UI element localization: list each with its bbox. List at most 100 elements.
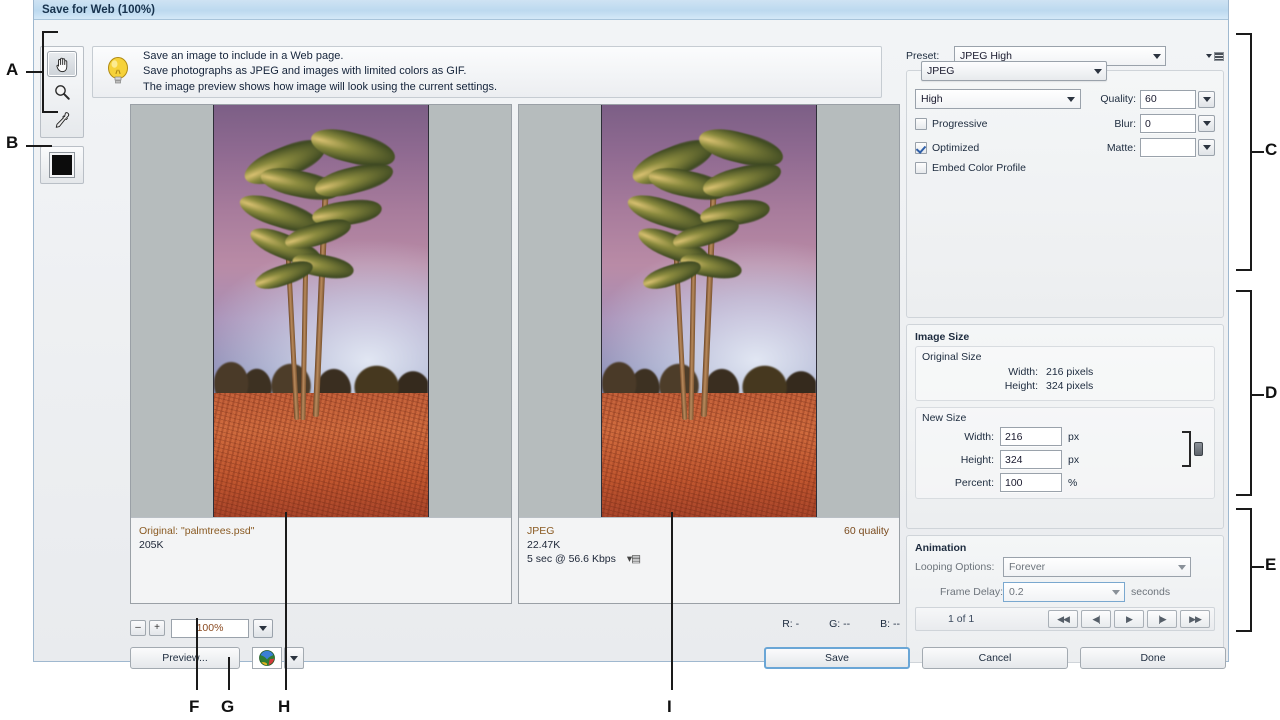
browser-preview-icon[interactable]	[252, 647, 282, 669]
next-frame-button[interactable]: |▶	[1147, 610, 1177, 628]
callout-bracket-c	[1236, 33, 1252, 271]
zoom-out-button[interactable]: –	[130, 620, 146, 636]
new-height-input[interactable]: 324	[1000, 450, 1062, 469]
download-rate-menu-icon[interactable]: ▾▤	[627, 552, 640, 566]
callout-letter-h: H	[278, 697, 290, 717]
blur-input[interactable]: 0	[1140, 114, 1196, 133]
photo-sand	[214, 393, 428, 517]
percent-input[interactable]: 100	[1000, 473, 1062, 492]
color-swatch-box[interactable]	[40, 146, 84, 184]
frame-delay-row: Frame Delay: 0.2 seconds	[915, 582, 1215, 602]
zoom-bar: – + 100% R: - G: -- B: --	[130, 616, 900, 640]
new-height-value: 324	[1005, 454, 1023, 466]
quality-stepper[interactable]	[1198, 91, 1215, 108]
callout-letter-f: F	[189, 697, 199, 717]
optimized-speed: 5 sec @ 56.6 Kbps	[527, 553, 616, 565]
embed-color-profile-checkbox[interactable]: Embed Color Profile	[915, 162, 1026, 174]
embed-profile-row: Embed Color Profile	[915, 162, 1215, 174]
optimized-preview-pane[interactable]: JPEG 22.47K 5 sec @ 56.6 Kbps ▾▤ 60 qual…	[518, 104, 900, 604]
new-width-input[interactable]: 216	[1000, 427, 1062, 446]
animation-navbar: 1 of 1 ◀◀ ◀| ▶ |▶ ▶▶	[915, 607, 1215, 631]
matte-input[interactable]	[1140, 138, 1196, 157]
embed-label: Embed Color Profile	[932, 162, 1026, 174]
matte-stepper[interactable]	[1198, 139, 1215, 156]
looping-options-select[interactable]: Forever	[1003, 557, 1191, 577]
new-height-unit: px	[1068, 454, 1079, 466]
action-bar: Preview... Save Cancel Done	[130, 644, 1226, 672]
preview-button[interactable]: Preview...	[130, 647, 240, 669]
original-preview-caption: Original: "palmtrees.psd" 205K	[131, 517, 511, 603]
progressive-checkbox[interactable]: Progressive	[915, 118, 1081, 130]
original-height-label: Height:	[922, 380, 1038, 392]
optimized-label: Optimized	[932, 142, 979, 154]
callout-bracket-e	[1236, 508, 1252, 632]
frame-counter: 1 of 1	[948, 613, 974, 625]
b-label: B:	[880, 618, 890, 630]
optimized-format: JPEG	[527, 524, 891, 538]
original-preview-canvas[interactable]	[131, 105, 511, 517]
zoom-level-dropdown[interactable]	[253, 619, 273, 638]
checkbox-icon	[915, 118, 927, 130]
callout-leader-c	[1252, 151, 1264, 153]
percent-value: 100	[1005, 477, 1023, 489]
callout-letter-c: C	[1265, 140, 1277, 160]
r-value: -	[796, 618, 800, 630]
file-format-select[interactable]: JPEG	[921, 61, 1107, 81]
callout-leader-i	[671, 512, 673, 690]
blur-label: Blur:	[1087, 118, 1136, 130]
original-width-value: 216 pixels	[1046, 366, 1093, 378]
chevron-down-icon	[1175, 560, 1188, 575]
optimized-row: Optimized Matte:	[915, 138, 1215, 157]
quality-input[interactable]: 60	[1140, 90, 1196, 109]
file-format-value: JPEG	[927, 65, 954, 77]
blur-stepper[interactable]	[1198, 115, 1215, 132]
callout-leader-f	[196, 618, 198, 690]
zoom-in-button[interactable]: +	[149, 620, 165, 636]
optimized-preview-canvas[interactable]	[519, 105, 899, 517]
chevron-down-icon	[1150, 49, 1163, 64]
optimized-checkbox[interactable]: Optimized	[915, 142, 1081, 154]
looping-label: Looping Options:	[915, 561, 1003, 573]
callout-letter-i: I	[667, 697, 672, 717]
previous-frame-button[interactable]: ◀|	[1081, 610, 1111, 628]
quality-preset-select[interactable]: High	[915, 89, 1081, 109]
first-frame-button[interactable]: ◀◀	[1048, 610, 1078, 628]
g-value: --	[843, 618, 850, 630]
readout-r: R: -	[782, 618, 799, 630]
cancel-button[interactable]: Cancel	[922, 647, 1068, 669]
eyedropper-icon	[53, 111, 71, 129]
callout-leader-e	[1252, 566, 1264, 568]
zoom-level-input[interactable]: 100%	[171, 619, 249, 638]
callout-letter-b: B	[6, 133, 18, 153]
progressive-label: Progressive	[932, 118, 987, 130]
original-preview-pane[interactable]: Original: "palmtrees.psd" 205K	[130, 104, 512, 604]
original-height-value: 324 pixels	[1046, 380, 1093, 392]
optimized-preview-caption: JPEG 22.47K 5 sec @ 56.6 Kbps ▾▤ 60 qual…	[519, 517, 899, 603]
frame-delay-value: 0.2	[1009, 586, 1024, 598]
looping-options-row: Looping Options: Forever	[915, 557, 1215, 577]
callout-bracket-d	[1236, 290, 1252, 496]
done-button[interactable]: Done	[1080, 647, 1226, 669]
dialog-title: Save for Web (100%)	[42, 4, 155, 16]
progressive-row: Progressive Blur: 0	[915, 114, 1215, 133]
original-size-subgroup: Original Size Width: 216 pixels Height: …	[915, 346, 1215, 401]
constrain-proportions-icon[interactable]	[1182, 427, 1208, 471]
save-button[interactable]: Save	[764, 647, 910, 669]
callout-leader-h	[285, 512, 287, 690]
play-button[interactable]: ▶	[1114, 610, 1144, 628]
frame-delay-select[interactable]: 0.2	[1003, 582, 1125, 602]
eyedropper-color-swatch[interactable]	[49, 152, 75, 178]
original-width-label: Width:	[922, 366, 1038, 378]
looping-value: Forever	[1009, 561, 1045, 573]
quality-preset-value: High	[921, 93, 943, 105]
panel-menu-icon[interactable]	[1206, 50, 1224, 62]
chevron-down-icon	[1109, 585, 1122, 600]
matte-label: Matte:	[1087, 142, 1136, 154]
last-frame-button[interactable]: ▶▶	[1180, 610, 1210, 628]
browser-preview-dropdown[interactable]	[284, 647, 304, 669]
g-label: G:	[829, 618, 840, 630]
optimized-speed-row[interactable]: 5 sec @ 56.6 Kbps ▾▤	[527, 552, 891, 566]
lightbulb-icon	[103, 53, 133, 91]
callout-bracket-a	[42, 31, 58, 113]
chevron-down-icon	[1065, 92, 1078, 107]
